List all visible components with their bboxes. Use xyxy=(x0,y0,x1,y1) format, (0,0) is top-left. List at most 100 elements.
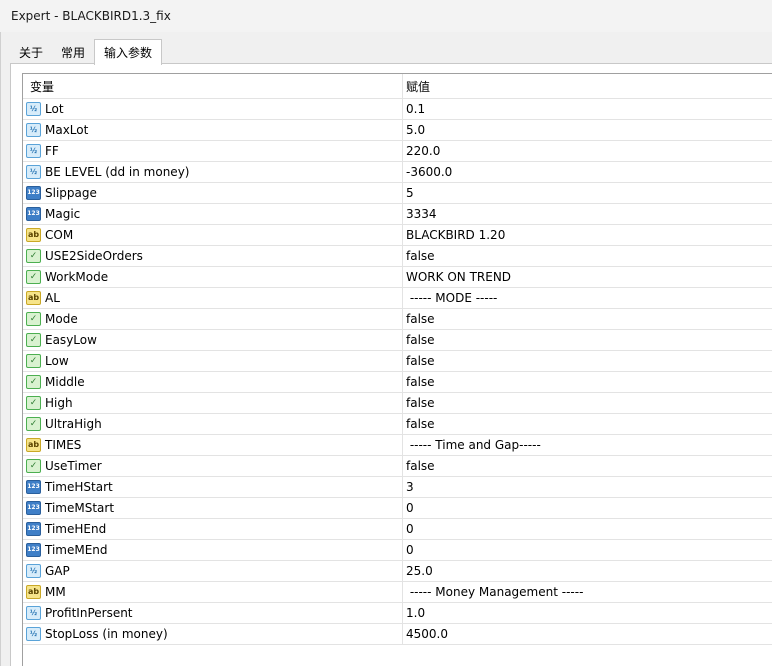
table-row[interactable]: 123 TimeMEnd 0 xyxy=(23,540,772,561)
parameter-name-cell[interactable]: ✓ UltraHigh xyxy=(23,414,403,434)
tab-bar: 关于 常用 输入参数 xyxy=(10,38,163,65)
parameter-value-cell[interactable]: ----- Time and Gap----- xyxy=(403,435,772,455)
parameter-name-cell[interactable]: ab COM xyxy=(23,225,403,245)
table-header: 变量 赋值 xyxy=(23,74,772,99)
tab-inputs[interactable]: 输入参数 xyxy=(94,39,163,65)
table-row[interactable]: ½ BE LEVEL (dd in money) -3600.0 xyxy=(23,162,772,183)
parameter-name-cell[interactable]: 123 Slippage xyxy=(23,183,403,203)
table-row[interactable]: ✓ EasyLow false xyxy=(23,330,772,351)
parameter-name-cell[interactable]: 123 TimeHStart xyxy=(23,477,403,497)
bool-param-icon: ✓ xyxy=(26,312,41,326)
table-row[interactable]: ✓ WorkMode WORK ON TREND xyxy=(23,267,772,288)
parameter-value-cell[interactable]: BLACKBIRD 1.20 xyxy=(403,225,772,245)
table-row[interactable]: ab COM BLACKBIRD 1.20 xyxy=(23,225,772,246)
parameter-value-cell[interactable]: 0 xyxy=(403,540,772,560)
parameter-value-cell[interactable]: -3600.0 xyxy=(403,162,772,182)
int-param-icon: 123 xyxy=(26,480,41,494)
column-header-variable[interactable]: 变量 xyxy=(23,74,403,98)
parameter-value-cell[interactable]: false xyxy=(403,414,772,434)
parameter-name-cell[interactable]: ✓ High xyxy=(23,393,403,413)
parameter-name-cell[interactable]: ½ Lot xyxy=(23,99,403,119)
parameter-name-cell[interactable]: ½ MaxLot xyxy=(23,120,403,140)
parameter-value-cell[interactable]: false xyxy=(403,330,772,350)
parameter-name-cell[interactable]: ✓ Middle xyxy=(23,372,403,392)
tab-common[interactable]: 常用 xyxy=(52,41,94,64)
table-row[interactable]: ✓ USE2SideOrders false xyxy=(23,246,772,267)
parameter-value-cell[interactable]: 5.0 xyxy=(403,120,772,140)
parameter-value-cell[interactable]: false xyxy=(403,393,772,413)
table-row[interactable]: ✓ UltraHigh false xyxy=(23,414,772,435)
parameter-value-cell[interactable]: 3 xyxy=(403,477,772,497)
table-row[interactable]: ab AL ----- MODE ----- xyxy=(23,288,772,309)
table-row[interactable]: ab MM ----- Money Management ----- xyxy=(23,582,772,603)
parameter-name-cell[interactable]: ✓ Low xyxy=(23,351,403,371)
parameter-value-cell[interactable]: 0 xyxy=(403,498,772,518)
parameter-name-cell[interactable]: ½ GAP xyxy=(23,561,403,581)
parameter-name: FF xyxy=(45,144,59,158)
parameter-name-cell[interactable]: ab TIMES xyxy=(23,435,403,455)
window-border xyxy=(0,32,1,666)
parameter-name: Mode xyxy=(45,312,78,326)
table-row[interactable]: ½ StopLoss (in money) 4500.0 xyxy=(23,624,772,645)
tab-about[interactable]: 关于 xyxy=(10,41,52,64)
bool-param-icon: ✓ xyxy=(26,459,41,473)
string-param-icon: ab xyxy=(26,228,41,242)
parameter-name-cell[interactable]: ½ BE LEVEL (dd in money) xyxy=(23,162,403,182)
parameter-name: UseTimer xyxy=(45,459,102,473)
parameter-value-cell[interactable]: false xyxy=(403,351,772,371)
table-row[interactable]: ½ GAP 25.0 xyxy=(23,561,772,582)
parameter-value-cell[interactable]: false xyxy=(403,246,772,266)
parameter-name: USE2SideOrders xyxy=(45,249,143,263)
table-row[interactable]: 123 TimeHEnd 0 xyxy=(23,519,772,540)
table-row[interactable]: 123 Magic 3334 xyxy=(23,204,772,225)
parameter-value-cell[interactable]: 220.0 xyxy=(403,141,772,161)
parameter-name: Low xyxy=(45,354,69,368)
parameter-name-cell[interactable]: 123 Magic xyxy=(23,204,403,224)
parameter-name: UltraHigh xyxy=(45,417,102,431)
parameter-name-cell[interactable]: ab AL xyxy=(23,288,403,308)
parameter-value-cell[interactable]: 25.0 xyxy=(403,561,772,581)
bool-param-icon: ✓ xyxy=(26,396,41,410)
parameter-value-cell[interactable]: false xyxy=(403,456,772,476)
float-param-icon: ½ xyxy=(26,144,41,158)
parameter-name-cell[interactable]: ✓ USE2SideOrders xyxy=(23,246,403,266)
table-row[interactable]: ✓ Middle false xyxy=(23,372,772,393)
parameter-name-cell[interactable]: ✓ UseTimer xyxy=(23,456,403,476)
table-row[interactable]: ½ FF 220.0 xyxy=(23,141,772,162)
parameter-name-cell[interactable]: ½ ProfitInPersent xyxy=(23,603,403,623)
parameter-name-cell[interactable]: 123 TimeMStart xyxy=(23,498,403,518)
int-param-icon: 123 xyxy=(26,522,41,536)
table-row[interactable]: 123 TimeHStart 3 xyxy=(23,477,772,498)
parameter-name-cell[interactable]: ½ StopLoss (in money) xyxy=(23,624,403,644)
parameter-value-cell[interactable]: 4500.0 xyxy=(403,624,772,644)
table-row[interactable]: ½ ProfitInPersent 1.0 xyxy=(23,603,772,624)
parameter-name-cell[interactable]: 123 TimeMEnd xyxy=(23,540,403,560)
table-row[interactable]: ab TIMES ----- Time and Gap----- xyxy=(23,435,772,456)
table-row[interactable]: ✓ High false xyxy=(23,393,772,414)
parameter-name-cell[interactable]: 123 TimeHEnd xyxy=(23,519,403,539)
table-row[interactable]: ✓ Mode false xyxy=(23,309,772,330)
table-row[interactable]: 123 Slippage 5 xyxy=(23,183,772,204)
parameter-name-cell[interactable]: ½ FF xyxy=(23,141,403,161)
parameter-value-cell[interactable]: ----- Money Management ----- xyxy=(403,582,772,602)
parameter-name-cell[interactable]: ✓ EasyLow xyxy=(23,330,403,350)
parameter-name-cell[interactable]: ab MM xyxy=(23,582,403,602)
parameter-value-cell[interactable]: 3334 xyxy=(403,204,772,224)
parameter-value-cell[interactable]: 0.1 xyxy=(403,99,772,119)
table-row[interactable]: ✓ UseTimer false xyxy=(23,456,772,477)
parameter-value-cell[interactable]: WORK ON TREND xyxy=(403,267,772,287)
parameter-value-cell[interactable]: false xyxy=(403,309,772,329)
parameter-name-cell[interactable]: ✓ WorkMode xyxy=(23,267,403,287)
parameter-name-cell[interactable]: ✓ Mode xyxy=(23,309,403,329)
parameter-value-cell[interactable]: 0 xyxy=(403,519,772,539)
table-row[interactable]: ½ MaxLot 5.0 xyxy=(23,120,772,141)
table-row[interactable]: 123 TimeMStart 0 xyxy=(23,498,772,519)
parameter-value-cell[interactable]: ----- MODE ----- xyxy=(403,288,772,308)
parameter-name: TimeMEnd xyxy=(45,543,108,557)
table-row[interactable]: ✓ Low false xyxy=(23,351,772,372)
table-row[interactable]: ½ Lot 0.1 xyxy=(23,99,772,120)
parameter-value-cell[interactable]: false xyxy=(403,372,772,392)
parameter-value-cell[interactable]: 5 xyxy=(403,183,772,203)
parameter-value-cell[interactable]: 1.0 xyxy=(403,603,772,623)
column-header-value[interactable]: 赋值 xyxy=(403,74,772,98)
